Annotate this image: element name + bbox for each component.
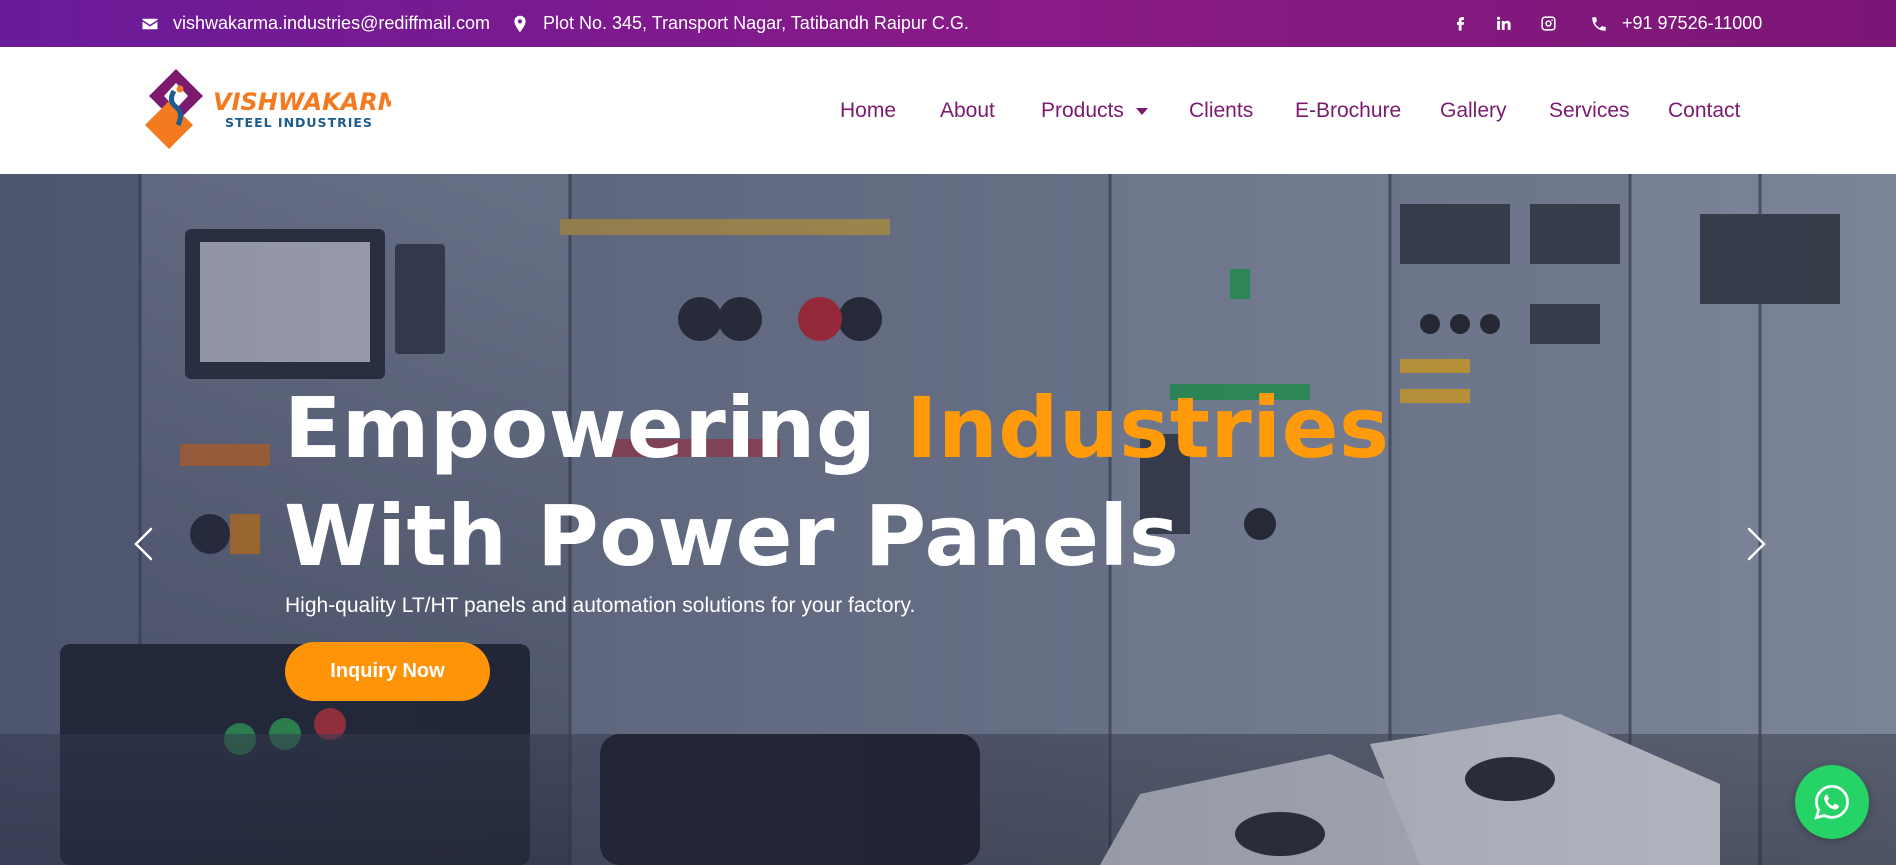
phone-text: +91 97526-11000 [1622, 13, 1763, 33]
main-navbar: VISHWAKARMA STEEL INDUSTRIES Home About … [0, 47, 1896, 174]
address-text: Plot No. 345, Transport Nagar, Tatibandh… [543, 13, 969, 33]
hero-title-word1: Empowering [284, 379, 877, 477]
facebook-icon[interactable] [1449, 0, 1471, 47]
hero-title-accent: Industries [906, 379, 1390, 477]
nav-products[interactable]: Products [1041, 47, 1148, 174]
hero-title: Empowering Industries With Power Panels [284, 374, 1390, 590]
hero-carousel: Empowering Industries With Power Panels … [0, 174, 1896, 865]
nav-about[interactable]: About [940, 47, 995, 174]
phone-icon [1590, 15, 1608, 33]
address-contact: Plot No. 345, Transport Nagar, Tatibandh… [511, 0, 969, 47]
nav-products-label: Products [1041, 98, 1124, 122]
nav-clients[interactable]: Clients [1189, 47, 1253, 174]
chevron-right-icon [1747, 527, 1766, 561]
carousel-prev-button[interactable] [123, 519, 163, 569]
email-text: vishwakarma.industries@rediffmail.com [173, 13, 491, 33]
logo-name-line1: VISHWAKARMA [213, 88, 391, 116]
chevron-left-icon [134, 527, 153, 561]
top-contact-bar: vishwakarma.industries@rediffmail.com Pl… [0, 0, 1896, 47]
carousel-next-button[interactable] [1737, 519, 1777, 569]
instagram-icon[interactable] [1537, 0, 1559, 47]
phone-contact[interactable]: +91 97526-11000 [1590, 0, 1762, 47]
whatsapp-button[interactable] [1795, 765, 1869, 839]
nav-services[interactable]: Services [1549, 47, 1630, 174]
nav-gallery[interactable]: Gallery [1440, 47, 1507, 174]
email-contact[interactable]: vishwakarma.industries@rediffmail.com [141, 0, 490, 47]
hero-title-line2: With Power Panels [284, 487, 1180, 585]
nav-home[interactable]: Home [840, 47, 896, 174]
linkedin-icon[interactable] [1492, 0, 1514, 47]
caret-down-icon [1135, 108, 1148, 115]
map-marker-icon [511, 15, 529, 33]
envelope-icon [141, 15, 159, 33]
nav-contact[interactable]: Contact [1668, 47, 1740, 174]
inquiry-now-button[interactable]: Inquiry Now [285, 642, 490, 701]
hero-subtitle: High-quality LT/HT panels and automation… [285, 594, 916, 617]
nav-e-brochure[interactable]: E-Brochure [1295, 47, 1401, 174]
whatsapp-icon [1814, 784, 1850, 820]
logo-name-line2: STEEL INDUSTRIES [225, 115, 373, 130]
brand-logo[interactable]: VISHWAKARMA STEEL INDUSTRIES [141, 67, 420, 157]
